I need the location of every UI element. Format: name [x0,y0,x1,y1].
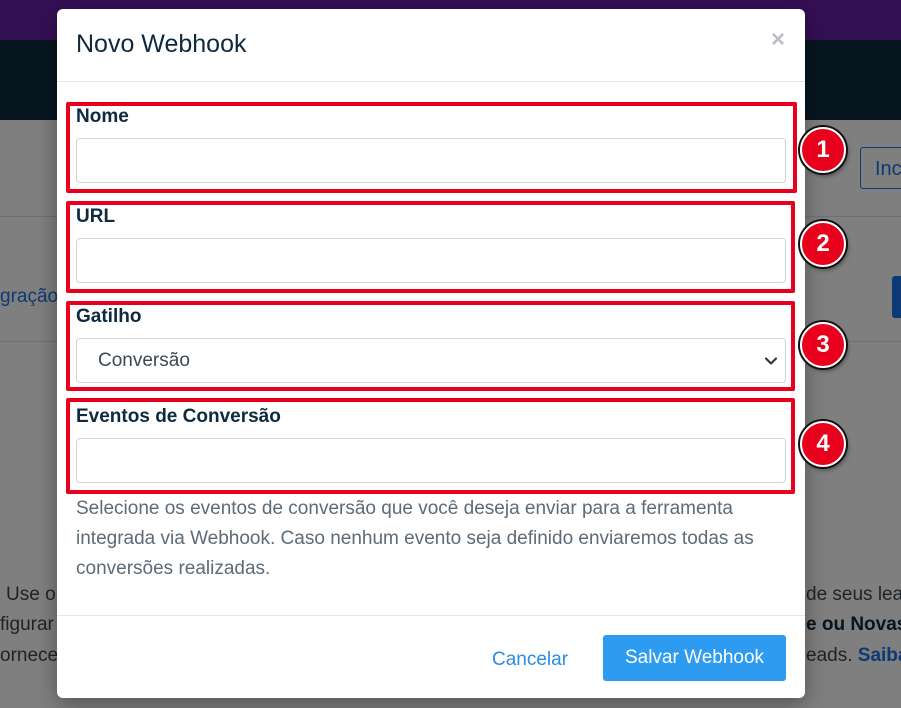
annotation-badge: 2 [800,221,846,267]
conversion-events-help-text: Selecione os eventos de conversão que vo… [76,498,754,579]
modal-title: Novo Webhook [76,30,247,58]
annotation-badge: 1 [800,127,846,173]
name-label: Nome [76,106,129,127]
save-webhook-button[interactable]: Salvar Webhook [603,635,786,681]
conversion-events-input[interactable] [76,438,786,483]
name-input[interactable] [76,138,786,183]
cancel-button[interactable]: Cancelar [492,649,568,671]
annotation-badge: 4 [800,421,846,467]
close-icon[interactable]: × [771,27,785,53]
trigger-select[interactable]: Conversão [76,338,786,383]
trigger-selected-value: Conversão [98,350,190,371]
url-label: URL [76,206,116,227]
new-webhook-modal: Novo Webhook × Nome URL Gatilho Conversã… [57,9,805,698]
url-input[interactable] [76,238,786,283]
chevron-down-icon [764,357,778,365]
trigger-label: Gatilho [76,306,142,327]
annotation-badge: 3 [800,322,846,368]
modal-footer: Cancelar Salvar Webhook [57,615,805,698]
modal-header: Novo Webhook × [57,9,805,82]
conversion-events-label: Eventos de Conversão [76,406,281,427]
